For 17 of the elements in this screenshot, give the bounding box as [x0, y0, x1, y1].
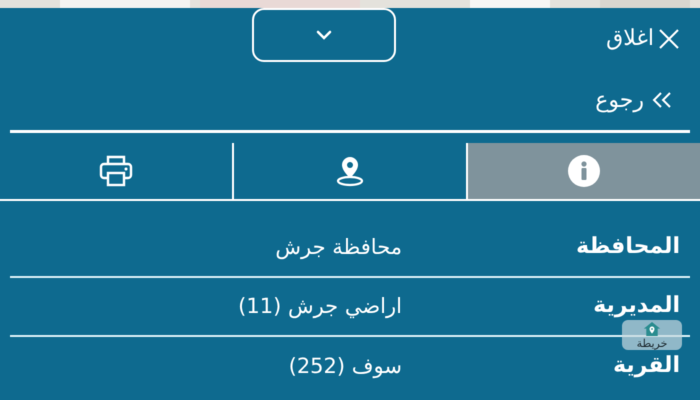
double-chevron-icon — [652, 91, 672, 109]
field-value: اراضي جرش (11) — [238, 292, 402, 320]
field-label: المديرية — [593, 294, 680, 319]
dropdown-button[interactable] — [252, 8, 396, 62]
close-icon — [658, 28, 680, 50]
printer-icon — [98, 154, 134, 188]
field-label: القرية — [613, 354, 680, 379]
house-pin-icon — [643, 321, 661, 337]
field-value: محافظة جرش — [275, 234, 402, 262]
tab[interactable] — [466, 143, 700, 199]
map-button[interactable]: خريطة — [622, 320, 682, 350]
back-button[interactable]: رجوع — [595, 84, 672, 116]
info-icon — [567, 154, 601, 188]
field-label: المحافظة — [576, 235, 680, 260]
close-button[interactable]: اغلاق — [606, 22, 680, 55]
chevron-down-icon — [316, 30, 332, 40]
field-value: سوف (252) — [288, 352, 402, 380]
